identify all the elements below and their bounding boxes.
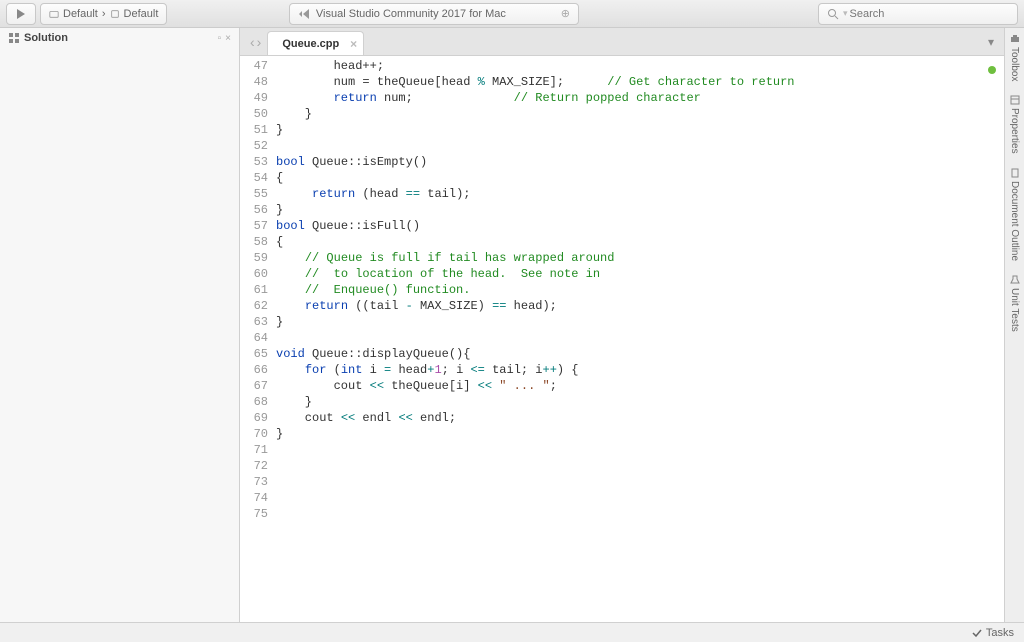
panel-dock-icon[interactable]: ▫ — [218, 33, 222, 44]
plus-icon[interactable]: ⊕ — [561, 7, 570, 20]
tasks-label[interactable]: Tasks — [986, 627, 1014, 639]
tab-overflow[interactable]: ▾ — [978, 35, 1004, 49]
panel-controls: ▫ × — [218, 33, 231, 44]
file-tab[interactable]: Queue.cpp × — [267, 31, 364, 55]
code-editor[interactable]: 4748495051525354555657585960616263646566… — [240, 56, 1004, 622]
search-box[interactable]: ▾ — [818, 3, 1018, 25]
vs-icon — [298, 8, 310, 20]
nav-back-icon[interactable]: ‹ — [250, 34, 255, 50]
code-content[interactable]: head++; num = theQueue[head % MAX_SIZE];… — [276, 58, 1004, 620]
device-icon — [110, 9, 120, 19]
panel-close-icon[interactable]: × — [225, 33, 231, 44]
title-box[interactable]: Visual Studio Community 2017 for Mac ⊕ — [289, 3, 579, 25]
nav-forward-icon[interactable]: › — [257, 34, 262, 50]
line-gutter: 4748495051525354555657585960616263646566… — [240, 58, 276, 620]
solution-title: Solution — [24, 32, 68, 44]
close-icon[interactable]: × — [350, 37, 357, 51]
right-sidebar: Toolbox Properties Document Outline Unit Te… — [1004, 28, 1024, 622]
run-button[interactable] — [6, 3, 36, 25]
status-bar: Tasks — [0, 622, 1024, 642]
check-icon — [972, 628, 982, 638]
target-name: Default — [124, 8, 159, 20]
solution-icon — [8, 32, 20, 44]
app-title: Visual Studio Community 2017 for Mac — [316, 8, 506, 20]
solution-header[interactable]: Solution ▫ × — [0, 28, 239, 48]
solution-panel: Solution ▫ × — [0, 28, 240, 622]
side-tab-unit-tests[interactable]: Unit Tests — [1009, 275, 1020, 332]
search-input[interactable] — [850, 8, 1009, 20]
play-icon — [15, 8, 27, 20]
main-area: Solution ▫ × ‹ › Queue.cpp × ▾ 474849505… — [0, 28, 1024, 622]
tab-bar: ‹ › Queue.cpp × ▾ — [240, 28, 1004, 56]
side-tab-toolbox[interactable]: Toolbox — [1009, 34, 1020, 81]
editor-area: ‹ › Queue.cpp × ▾ 4748495051525354555657… — [240, 28, 1004, 622]
side-tab-properties[interactable]: Properties — [1009, 95, 1020, 154]
nav-arrows: ‹ › — [244, 34, 267, 50]
tab-filename: Queue.cpp — [282, 38, 339, 50]
config-name: Default — [63, 8, 98, 20]
status-indicator — [988, 66, 996, 74]
config-selector[interactable]: Default › Default — [40, 3, 167, 25]
side-tab-document-outline[interactable]: Document Outline — [1009, 168, 1020, 261]
top-toolbar: Default › Default Visual Studio Communit… — [0, 0, 1024, 28]
folder-icon — [49, 9, 59, 19]
search-icon — [827, 8, 839, 20]
